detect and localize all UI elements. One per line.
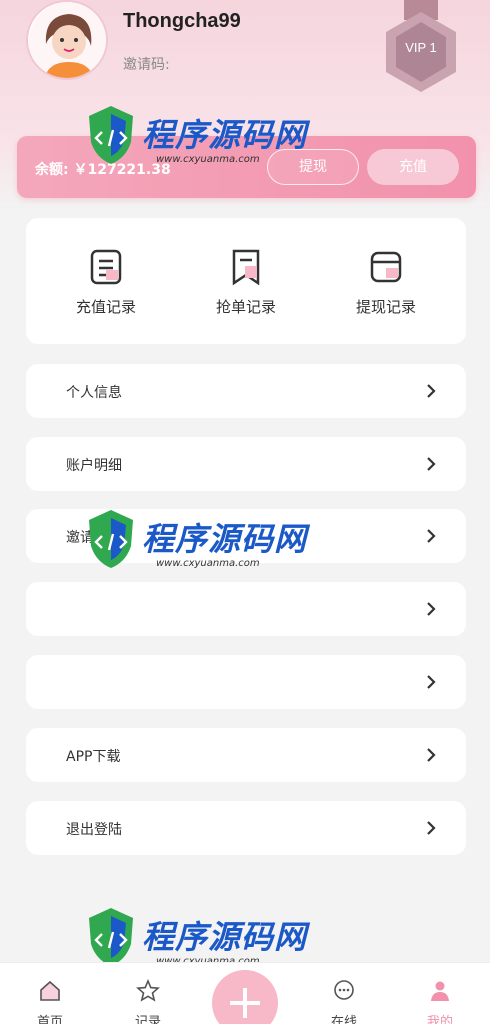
menu-item-label: 账户明细 [66,458,122,474]
menu-item-label: 个人信息 [66,385,122,401]
chevron-right-icon [427,675,436,689]
chevron-right-icon [427,457,436,471]
menu-item-blank-1[interactable] [26,582,466,636]
plus-icon [230,988,260,1018]
tab-online[interactable]: 在线 [314,979,374,1024]
invite-code-label: 邀请码: [123,57,170,73]
tab-mine[interactable]: 我的 [410,979,470,1024]
order-records-button[interactable]: 抢单记录 [186,248,306,317]
chevron-right-icon [427,384,436,398]
username: Thongcha99 [123,10,241,32]
menu-item-app-download[interactable]: APP下载 [26,728,466,782]
withdraw-records-button[interactable]: 提现记录 [326,248,446,317]
record-label: 抢单记录 [215,298,276,316]
shield-code-icon [89,908,133,966]
wallet-icon [370,251,402,283]
home-icon [40,980,60,1001]
recharge-button[interactable]: 充值 [367,149,459,185]
bookmark-icon [232,249,260,286]
chat-icon [334,980,354,1000]
tab-label: 我的 [426,1015,453,1024]
balance-card: 余额: ￥127221.38 提现 充值 [17,136,476,198]
menu-item-account-details[interactable]: 账户明细 [26,437,466,491]
tab-label: 在线 [330,1015,357,1024]
watermark-title: 程序源码网 [142,918,308,956]
chevron-right-icon [427,529,436,543]
tab-label: 记录 [134,1015,161,1024]
chevron-right-icon [427,602,436,616]
menu-item-personal-info[interactable]: 个人信息 [26,364,466,418]
star-icon [136,979,160,1002]
withdraw-button[interactable]: 提现 [267,149,359,185]
vip-level-label: VIP 1 [405,40,437,55]
tab-records[interactable]: 记录 [118,979,178,1024]
menu-item-logout[interactable]: 退出登陆 [26,801,466,855]
record-label: 提现记录 [355,298,416,316]
menu-item-blank-2[interactable] [26,655,466,709]
user-icon [431,981,449,1001]
vip-badge[interactable]: VIP 1 [378,0,464,100]
avatar[interactable] [26,0,108,80]
records-card: 充值记录 抢单记录 提现记录 [26,218,466,344]
tab-home[interactable]: 首页 [20,979,80,1024]
document-icon [90,249,122,285]
recharge-records-button[interactable]: 充值记录 [46,248,166,317]
menu-item-invite[interactable]: 邀请 [26,509,466,563]
balance-amount: 余额: ￥127221.38 [35,162,171,178]
menu-item-label: APP下载 [66,749,121,765]
menu-item-label: 退出登陆 [66,822,122,838]
chevron-right-icon [427,748,436,762]
menu-item-label: 邀请 [66,530,94,546]
center-action-button[interactable] [212,970,278,1024]
chevron-right-icon [427,821,436,835]
tab-label: 首页 [36,1015,63,1024]
record-label: 充值记录 [75,298,136,316]
